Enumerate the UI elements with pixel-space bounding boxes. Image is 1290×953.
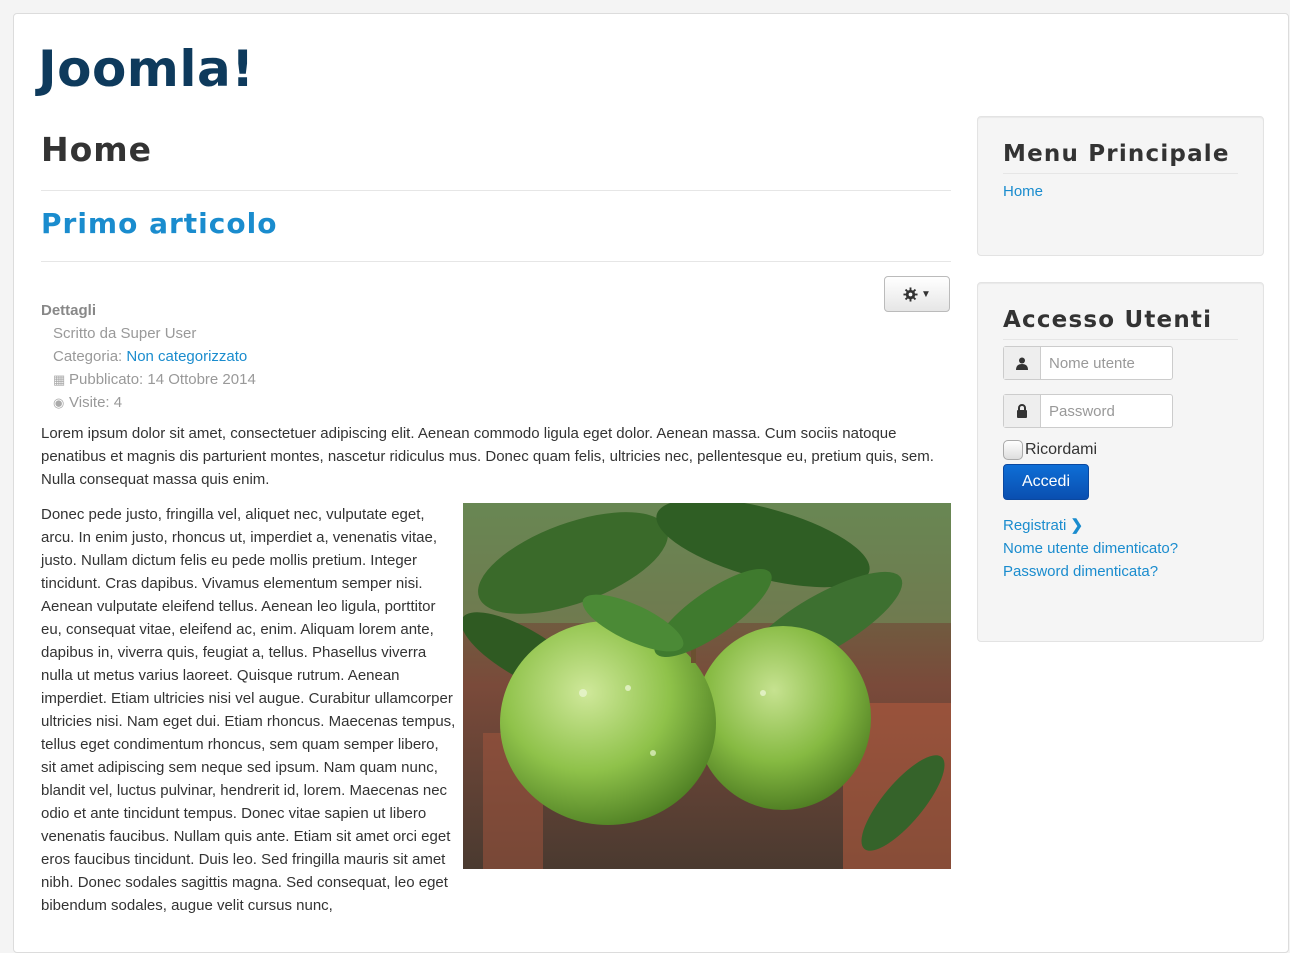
login-button[interactable]: Accedi [1003, 464, 1089, 500]
article-image-apples [463, 503, 951, 869]
article-title-link[interactable]: Primo articolo [41, 207, 277, 240]
eye-icon: ◉ [53, 395, 65, 410]
details-label: Dettagli [41, 302, 97, 319]
article-header: Primo articolo [41, 202, 951, 262]
register-item: Registrati ❯ [1003, 514, 1263, 537]
user-icon [1004, 347, 1041, 379]
hits-info: ◉ Visite: 4 [53, 391, 256, 414]
hits-count: Visite: 4 [69, 394, 123, 411]
username-input[interactable] [1041, 347, 1172, 379]
login-links: Registrati ❯ Nome utente dimenticato? Pa… [1003, 514, 1263, 583]
main-menu-title: Menu Principale [1003, 117, 1238, 174]
username-group [1003, 346, 1173, 380]
forgot-password-link[interactable]: Password dimenticata? [1003, 563, 1158, 580]
forgot-username-link[interactable]: Nome utente dimenticato? [1003, 540, 1178, 557]
remember-me-checkbox[interactable] [1003, 440, 1023, 460]
register-label: Registrati [1003, 517, 1067, 534]
page-title: Home [41, 130, 153, 169]
remember-me-label: Ricordami [1025, 441, 1098, 458]
main-menu-module: Menu Principale Home [977, 116, 1264, 256]
register-link[interactable]: Registrati ❯ [1003, 517, 1083, 534]
forgot-username-item: Nome utente dimenticato? [1003, 537, 1263, 560]
site-brand[interactable]: Joomla! [38, 40, 255, 98]
article-intro: Lorem ipsum dolor sit amet, consectetuer… [41, 425, 934, 488]
article-body: Donec pede justo, fringilla vel, aliquet… [41, 503, 951, 917]
category-info: Categoria: Non categorizzato [53, 345, 256, 368]
menu-link-home[interactable]: Home [1003, 183, 1043, 200]
page-container: Joomla! Home Primo articolo ▼ Dettagli S… [13, 13, 1289, 953]
published-date: Pubblicato: 14 Ottobre 2014 [69, 371, 256, 388]
article-body-text: Donec pede justo, fringilla vel, aliquet… [41, 506, 456, 914]
article-tools-button[interactable]: ▼ [884, 276, 950, 312]
calendar-icon: ▦ [53, 372, 66, 387]
page-header: Home [41, 128, 951, 191]
login-title: Accesso Utenti [1003, 283, 1238, 340]
published-info: ▦ Pubblicato: 14 Ottobre 2014 [53, 368, 256, 391]
article-info: Dettagli Scritto da Super User Categoria… [41, 299, 256, 414]
caret-down-icon: ▼ [921, 288, 931, 300]
main-menu-list: Home [1003, 180, 1238, 203]
menu-item-home: Home [1003, 180, 1238, 203]
lock-icon [1004, 395, 1041, 427]
forgot-password-item: Password dimenticata? [1003, 560, 1263, 583]
author-info: Scritto da Super User [53, 325, 197, 342]
gear-icon [903, 286, 918, 302]
login-module: Accesso Utenti Ricordami Accedi Registra… [977, 282, 1264, 642]
remember-me-row: Ricordami [1003, 440, 1263, 460]
category-link[interactable]: Non categorizzato [126, 348, 247, 365]
category-label: Categoria: [53, 348, 127, 365]
chevron-right-icon: ❯ [1070, 517, 1084, 534]
password-input[interactable] [1041, 395, 1172, 427]
password-group [1003, 394, 1173, 428]
